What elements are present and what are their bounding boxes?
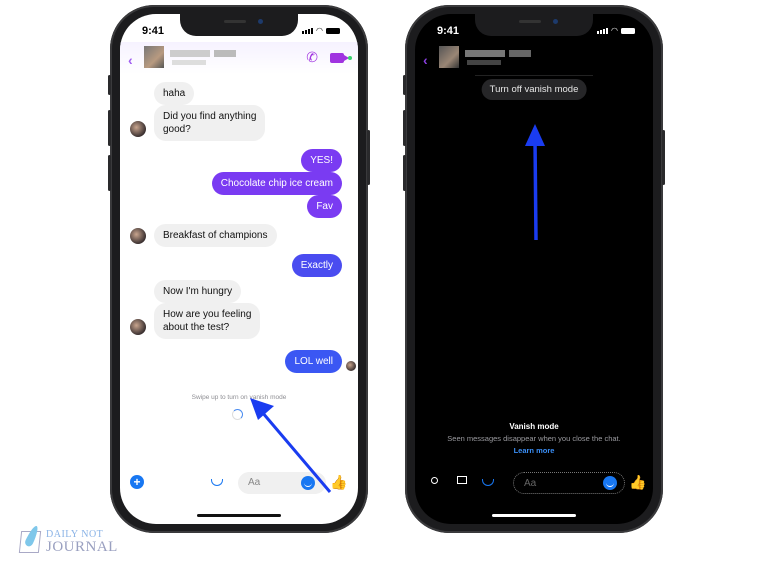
power-button xyxy=(367,130,370,185)
contact-name-blurred xyxy=(465,50,505,57)
thumbs-up-icon[interactable]: 👍 xyxy=(629,474,646,491)
status-time: 9:41 xyxy=(142,25,165,37)
contact-avatar[interactable] xyxy=(144,46,164,68)
home-indicator xyxy=(197,514,281,517)
message-incoming: Breakfast of champions xyxy=(154,224,277,247)
phone-light-mode: 9:41 ◠ ‹ ✆ haha Did you find anything goo… xyxy=(108,5,370,533)
chat-screen: 9:41 ◠ ‹ ✆ haha Did you find anything goo… xyxy=(120,14,358,524)
vanish-mode-info: Vanish mode Seen messages disappear when… xyxy=(415,422,653,455)
contact-avatar-small xyxy=(130,121,146,137)
volume-down-button xyxy=(403,155,406,191)
vanish-mode-description: Seen messages disappear when you close t… xyxy=(447,434,621,443)
message-incoming: Did you find anything good? xyxy=(154,105,266,141)
volume-up-button xyxy=(108,110,111,146)
plus-icon[interactable]: + xyxy=(130,475,144,489)
wifi-icon: ◠ xyxy=(611,26,618,35)
volume-up-button xyxy=(403,110,406,146)
status-icons: ◠ xyxy=(302,26,340,35)
mute-switch xyxy=(108,75,111,95)
message-outgoing: LOL well xyxy=(285,350,342,373)
header-divider xyxy=(475,75,593,76)
signal-icon xyxy=(597,28,609,34)
emoji-icon[interactable] xyxy=(301,476,315,490)
chat-header: ‹ ✆ xyxy=(120,42,358,74)
vanish-chat-screen: 9:41 ◠ ‹ Turn off vanish mode Vanish mod… xyxy=(415,14,653,524)
video-camera-icon[interactable] xyxy=(330,53,349,63)
chat-header: ‹ xyxy=(415,42,653,74)
phone-vanish-mode: 9:41 ◠ ‹ Turn off vanish mode Vanish mod… xyxy=(403,5,665,533)
message-incoming: haha xyxy=(154,82,195,105)
message-outgoing: Chocolate chip ice cream xyxy=(211,172,342,195)
phone-icon[interactable]: ✆ xyxy=(306,49,318,66)
vanish-mode-title: Vanish mode xyxy=(509,422,559,431)
mute-switch xyxy=(403,75,406,95)
contact-avatar-small xyxy=(130,319,146,335)
volume-down-button xyxy=(108,155,111,191)
notch xyxy=(475,14,593,36)
message-incoming: How are you feeling about the test? xyxy=(154,303,261,339)
composer-bar: Aa 👍 xyxy=(415,472,653,494)
status-icons: ◠ xyxy=(597,26,635,35)
composer-bar: + Aa 👍 xyxy=(120,472,358,494)
battery-icon xyxy=(621,28,635,34)
logo-text-line2: JOURNAL xyxy=(46,539,118,555)
contact-name-blurred-2 xyxy=(509,50,531,57)
thumbs-up-icon[interactable]: 👍 xyxy=(330,474,347,491)
battery-icon xyxy=(326,28,340,34)
notch xyxy=(180,14,298,36)
message-incoming: Now I'm hungry xyxy=(154,280,242,303)
contact-name-blurred xyxy=(170,50,210,57)
wifi-icon: ◠ xyxy=(316,26,323,35)
learn-more-link[interactable]: Learn more xyxy=(415,446,653,455)
turn-off-vanish-mode-button[interactable]: Turn off vanish mode xyxy=(481,79,587,100)
message-outgoing: YES! xyxy=(301,149,342,172)
watermark-logo: DAILY NOT JOURNAL xyxy=(18,524,138,560)
read-receipt-avatar xyxy=(346,361,356,371)
back-chevron-icon[interactable]: ‹ xyxy=(423,52,428,68)
signal-icon xyxy=(302,28,314,34)
message-outgoing: Fav xyxy=(307,195,342,218)
message-outgoing: Exactly xyxy=(291,254,342,277)
status-time: 9:41 xyxy=(437,25,460,37)
power-button xyxy=(662,130,665,185)
emoji-icon[interactable] xyxy=(603,476,617,490)
home-indicator xyxy=(492,514,576,517)
contact-status-blurred xyxy=(467,60,501,65)
loading-spinner xyxy=(232,409,243,420)
back-chevron-icon[interactable]: ‹ xyxy=(128,52,133,68)
contact-status-blurred xyxy=(172,60,206,65)
online-dot xyxy=(348,56,352,60)
contact-avatar-small xyxy=(130,228,146,244)
vanish-mode-hint: Swipe up to turn on vanish mode xyxy=(191,394,287,401)
contact-avatar[interactable] xyxy=(439,46,459,68)
contact-name-blurred-2 xyxy=(214,50,236,57)
